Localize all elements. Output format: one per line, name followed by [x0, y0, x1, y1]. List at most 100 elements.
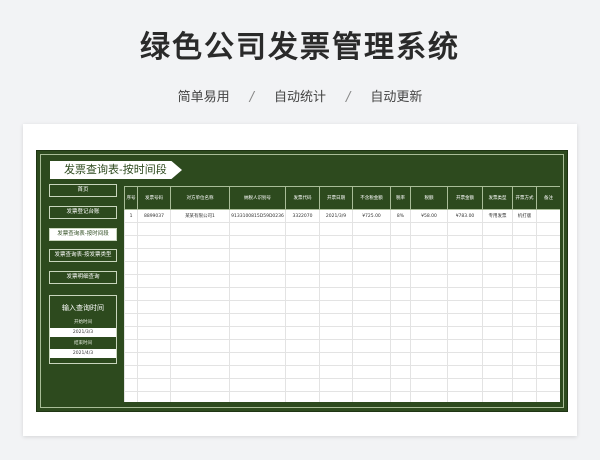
- table-cell[interactable]: [170, 300, 230, 314]
- table-cell[interactable]: [319, 261, 353, 275]
- nav-ledger-button[interactable]: 发票登记台账: [49, 206, 117, 219]
- column-header[interactable]: 税率: [390, 186, 411, 210]
- table-cell[interactable]: [512, 326, 537, 340]
- table-cell[interactable]: [447, 287, 483, 301]
- table-cell[interactable]: [482, 378, 513, 392]
- start-time-input[interactable]: 2021/3/3: [50, 328, 116, 337]
- table-cell[interactable]: [410, 391, 448, 402]
- table-cell[interactable]: [390, 287, 411, 301]
- table-cell[interactable]: [285, 300, 320, 314]
- table-cell[interactable]: [137, 287, 171, 301]
- table-cell[interactable]: [285, 326, 320, 340]
- table-cell[interactable]: [482, 391, 513, 402]
- table-cell[interactable]: [170, 326, 230, 340]
- table-cell[interactable]: [170, 235, 230, 249]
- table-cell[interactable]: [482, 326, 513, 340]
- table-cell[interactable]: [512, 391, 537, 402]
- table-cell[interactable]: [124, 261, 138, 275]
- table-cell[interactable]: [352, 352, 391, 366]
- table-cell[interactable]: [447, 339, 483, 353]
- table-cell[interactable]: [170, 222, 230, 236]
- table-cell[interactable]: [482, 261, 513, 275]
- table-cell[interactable]: [352, 248, 391, 262]
- table-cell[interactable]: [447, 378, 483, 392]
- column-header[interactable]: 对方单位名称: [170, 186, 230, 210]
- table-cell[interactable]: [137, 261, 171, 275]
- table-cell[interactable]: [482, 235, 513, 249]
- table-cell[interactable]: [285, 352, 320, 366]
- table-cell[interactable]: 1: [124, 209, 138, 223]
- table-cell[interactable]: [285, 248, 320, 262]
- table-cell[interactable]: [319, 235, 353, 249]
- table-cell[interactable]: 机打版: [512, 209, 537, 223]
- table-cell[interactable]: [390, 365, 411, 379]
- table-cell[interactable]: [390, 378, 411, 392]
- table-cell[interactable]: [352, 235, 391, 249]
- table-cell[interactable]: [512, 365, 537, 379]
- table-cell[interactable]: [229, 391, 286, 402]
- table-cell[interactable]: [285, 222, 320, 236]
- table-cell[interactable]: [512, 222, 537, 236]
- table-cell[interactable]: [319, 326, 353, 340]
- table-cell[interactable]: [447, 274, 483, 288]
- table-cell[interactable]: [229, 222, 286, 236]
- table-cell[interactable]: [352, 313, 391, 327]
- table-cell[interactable]: [482, 352, 513, 366]
- table-cell[interactable]: [536, 378, 560, 392]
- table-cell[interactable]: [512, 261, 537, 275]
- table-cell[interactable]: [512, 274, 537, 288]
- table-cell[interactable]: [482, 248, 513, 262]
- table-cell[interactable]: [229, 235, 286, 249]
- table-cell[interactable]: [482, 274, 513, 288]
- table-cell[interactable]: [536, 248, 560, 262]
- end-time-input[interactable]: 2021/4/3: [50, 349, 116, 358]
- table-cell[interactable]: [319, 365, 353, 379]
- table-cell[interactable]: [410, 365, 448, 379]
- table-cell[interactable]: [447, 391, 483, 402]
- table-cell[interactable]: [229, 378, 286, 392]
- table-cell[interactable]: [482, 222, 513, 236]
- table-cell[interactable]: [447, 222, 483, 236]
- table-cell[interactable]: [410, 378, 448, 392]
- table-cell[interactable]: [447, 326, 483, 340]
- table-cell[interactable]: [170, 274, 230, 288]
- table-cell[interactable]: [536, 365, 560, 379]
- table-cell[interactable]: [352, 287, 391, 301]
- table-cell[interactable]: 8899037: [137, 209, 171, 223]
- table-cell[interactable]: [512, 313, 537, 327]
- table-cell[interactable]: 3322070: [285, 209, 320, 223]
- column-header[interactable]: 发票类型: [482, 186, 513, 210]
- table-cell[interactable]: [352, 326, 391, 340]
- table-cell[interactable]: [285, 313, 320, 327]
- table-cell[interactable]: [285, 261, 320, 275]
- table-cell[interactable]: [137, 274, 171, 288]
- table-cell[interactable]: [170, 378, 230, 392]
- column-header[interactable]: 纳税人识别号: [229, 186, 286, 210]
- table-cell[interactable]: [319, 222, 353, 236]
- table-cell[interactable]: [137, 365, 171, 379]
- table-cell[interactable]: 8%: [390, 209, 411, 223]
- table-cell[interactable]: [124, 313, 138, 327]
- table-cell[interactable]: [352, 261, 391, 275]
- table-cell[interactable]: ¥725.00: [352, 209, 391, 223]
- nav-query-by-type-button[interactable]: 发票查询表-按发票类型: [49, 249, 117, 262]
- table-cell[interactable]: [390, 222, 411, 236]
- table-cell[interactable]: [482, 300, 513, 314]
- table-cell[interactable]: [137, 378, 171, 392]
- table-cell[interactable]: [390, 339, 411, 353]
- table-cell[interactable]: 某某有限公司1: [170, 209, 230, 223]
- table-cell[interactable]: [170, 248, 230, 262]
- table-cell[interactable]: [512, 287, 537, 301]
- nav-query-by-time-button[interactable]: 发票查询表-按时间段: [49, 228, 117, 241]
- table-cell[interactable]: [170, 313, 230, 327]
- table-cell[interactable]: [447, 248, 483, 262]
- table-cell[interactable]: [390, 274, 411, 288]
- table-cell[interactable]: [137, 352, 171, 366]
- table-cell[interactable]: [170, 261, 230, 275]
- table-cell[interactable]: [390, 248, 411, 262]
- table-cell[interactable]: [229, 365, 286, 379]
- table-cell[interactable]: [319, 391, 353, 402]
- table-cell[interactable]: [229, 287, 286, 301]
- column-header[interactable]: 不含税金额: [352, 186, 391, 210]
- table-cell[interactable]: [137, 300, 171, 314]
